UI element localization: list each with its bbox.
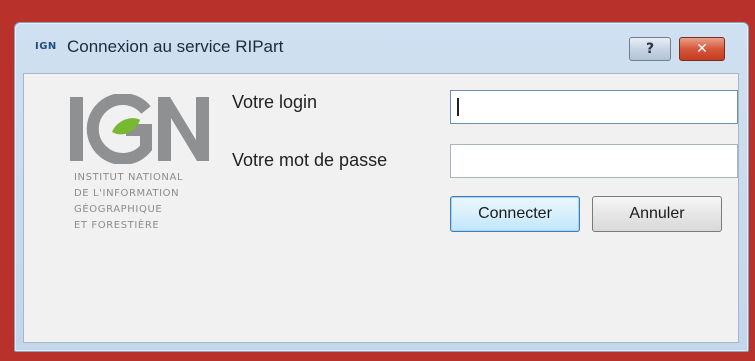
login-dialog: IGN Connexion au service RIPart ? ✕ INST…	[14, 22, 749, 352]
logo-caption-line: ET FORESTIÈRE	[74, 220, 160, 231]
dialog-content: INSTITUT NATIONAL DE L'INFORMATION GÉOGR…	[23, 73, 739, 343]
title-bar: IGN Connexion au service RIPart ? ✕	[15, 23, 748, 73]
logo-caption-line: GÉOGRAPHIQUE	[74, 204, 163, 215]
close-icon: ✕	[696, 41, 708, 57]
help-button[interactable]: ?	[629, 37, 671, 61]
cancel-button[interactable]: Annuler	[592, 196, 722, 232]
password-input[interactable]	[450, 144, 738, 178]
password-label: Votre mot de passe	[232, 150, 388, 170]
login-input[interactable]	[450, 90, 738, 124]
ign-logo-caption: INSTITUT NATIONAL DE L'INFORMATION GÉOGR…	[74, 170, 183, 234]
window-title: Connexion au service RIPart	[67, 37, 284, 56]
help-icon: ?	[645, 41, 655, 57]
logo-caption-line: DE L'INFORMATION	[74, 188, 180, 199]
text-cursor	[457, 98, 459, 116]
close-button[interactable]: ✕	[679, 37, 725, 61]
ign-app-icon: IGN	[35, 41, 57, 52]
logo-caption-line: INSTITUT NATIONAL	[74, 172, 184, 183]
ign-logo	[70, 94, 209, 164]
connect-button[interactable]: Connecter	[450, 196, 580, 232]
login-label: Votre login	[232, 92, 318, 112]
